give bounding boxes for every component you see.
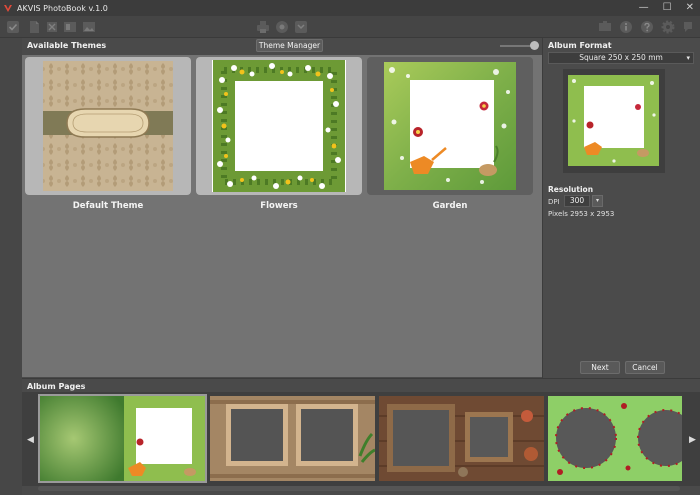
share-icon[interactable] [275,20,289,34]
page-layout-icon[interactable] [63,20,77,34]
theme-manager-button[interactable]: Theme Manager [256,39,323,52]
theme-label-garden: Garden [432,201,468,211]
theme-card-garden[interactable] [367,57,533,195]
thumbnail-size-slider[interactable] [500,45,534,47]
album-pages-header: Album Pages [22,378,700,392]
theme-label-flowers: Flowers [260,201,298,211]
theme-card-flowers[interactable] [196,57,362,195]
toolbar [0,16,700,38]
save-icon[interactable] [294,20,308,34]
next-button[interactable]: Next [580,361,620,374]
album-pages-label: Album Pages [27,382,86,391]
scroll-left-arrow-icon[interactable]: ◀ [27,435,34,445]
presentation-icon[interactable] [598,20,612,34]
print-icon[interactable] [256,20,270,34]
resolution-label: Resolution [548,185,594,194]
app-logo-icon [3,3,13,13]
theme-thumbnail-garden [384,62,516,190]
help-icon[interactable] [640,20,654,34]
available-themes-label: Available Themes [27,41,107,50]
album-format-label: Album Format [548,41,612,50]
album-page-4[interactable] [548,396,682,481]
album-format-preview [563,69,665,173]
theme-card-default[interactable] [25,57,191,195]
theme-thumbnail-default [43,61,173,191]
dpi-label: DPI [548,198,560,206]
tips-icon[interactable] [681,20,695,34]
thumbnail-size-slider-handle[interactable] [530,41,539,50]
album-pages-scrollbar[interactable] [38,486,680,491]
album-page-2[interactable] [210,396,375,481]
themes-gallery: Default Theme Flowers Garden [22,55,542,377]
theme-thumbnail-flowers [212,60,346,192]
themes-header: Available Themes Theme Manager [22,38,542,55]
new-page-icon[interactable] [27,20,41,34]
pixels-size-text: Pixels 2953 x 2953 [548,210,615,218]
left-gutter-bottom [0,378,22,495]
image-icon[interactable] [82,20,96,34]
maximize-button[interactable]: ☐ [663,2,672,14]
album-page-3[interactable] [379,396,544,481]
close-button[interactable]: ✕ [686,2,694,14]
checkmark-icon[interactable] [6,20,20,34]
album-format-value: Square 250 x 250 mm [579,53,663,62]
album-settings-panel: Album Format Square 250 x 250 mm ▾ Resol… [542,38,700,378]
dpi-input[interactable]: 300 [564,195,590,207]
album-format-select[interactable]: Square 250 x 250 mm ▾ [548,52,694,64]
left-gutter [0,38,22,378]
minimize-button[interactable]: — [639,2,649,14]
chevron-down-icon: ▾ [686,54,690,62]
theme-label-default: Default Theme [72,201,144,211]
scroll-right-arrow-icon[interactable]: ▶ [689,435,696,445]
delete-page-icon[interactable] [45,20,59,34]
gear-icon[interactable] [661,20,675,34]
cancel-button[interactable]: Cancel [625,361,665,374]
dpi-dropdown-button[interactable]: ▾ [592,195,603,207]
album-page-1[interactable] [38,394,207,483]
title-bar: AKVIS PhotoBook v.1.0 — ☐ ✕ [0,0,700,16]
window-title: AKVIS PhotoBook v.1.0 [17,3,108,13]
info-icon[interactable] [619,20,633,34]
